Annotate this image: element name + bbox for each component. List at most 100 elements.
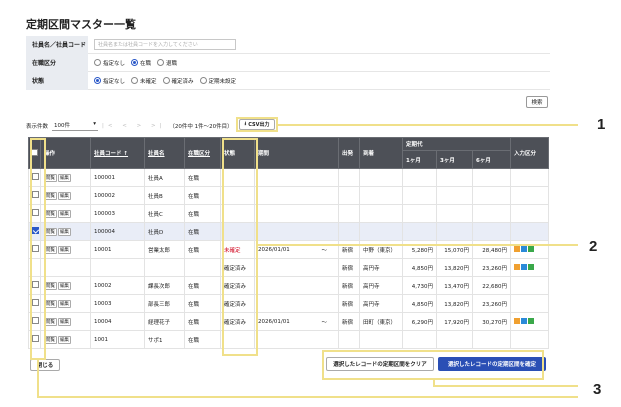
row-actions: 閲覧 編集 <box>40 168 91 187</box>
cell-status <box>184 258 221 277</box>
cell-3month <box>436 186 473 205</box>
table-row: 閲覧 編集 10002 課長次郎 在職 確定済み 新宿 高円寺 4,730円 13,470円 22,… <box>28 276 549 295</box>
row-actions: 閲覧 編集 <box>40 312 91 331</box>
pager: 表示件数 100件 ▾ |< < > >| （20件中 1件〜20件目） <box>26 121 233 131</box>
status-radio-1[interactable]: 在職 <box>131 59 151 67</box>
status-radio-0[interactable]: 指定なし <box>94 59 125 67</box>
cell-period <box>254 258 319 277</box>
cell-to: 田町（東京） <box>359 312 403 331</box>
cell-name: 社員D <box>144 222 185 241</box>
cell-from <box>338 204 360 223</box>
state-radio-3[interactable]: 定期未設定 <box>199 77 236 85</box>
cell-from <box>338 168 360 187</box>
cell-1month: 6,290円 <box>402 312 437 331</box>
state-radio-2[interactable]: 確定済み <box>162 77 194 85</box>
table-row: 閲覧 編集 100002 社員B 在職 <box>28 186 549 205</box>
page-nav[interactable]: |< < > >| <box>102 123 165 129</box>
page-title: 定期区間マスター一覧 <box>26 18 136 31</box>
col-name[interactable]: 社員名 <box>144 137 185 169</box>
edit-button[interactable]: 編集 <box>58 245 71 254</box>
cell-tilde <box>318 276 339 295</box>
radio-icon[interactable] <box>157 59 165 66</box>
cell-1month <box>402 168 437 187</box>
cell-tilde <box>318 186 339 205</box>
callout-3: 3 <box>593 381 602 398</box>
radio-icon[interactable] <box>94 59 101 66</box>
row-actions: 閲覧 編集 <box>40 186 91 205</box>
radio-icon[interactable] <box>94 77 101 84</box>
cell-name: サポ1 <box>144 330 185 349</box>
cell-code <box>90 258 145 277</box>
edit-button[interactable]: 編集 <box>58 335 71 344</box>
cell-6month <box>472 186 511 205</box>
edit-button[interactable]: 編集 <box>58 227 71 236</box>
range-text: （20件中 1件〜20件目） <box>169 124 233 130</box>
cell-code: 10002 <box>90 276 145 295</box>
count-select[interactable]: 100件 ▾ <box>52 121 99 131</box>
table-row: 閲覧 編集 10004 経理花子 在職 確定済み 2026/01/01 〜新宿 田町（東京） 6,… <box>28 312 549 331</box>
table-row: 確定済み 新宿 高円寺 4,850円 13,820円 23,260円 <box>28 258 549 277</box>
blue-badge-icon <box>521 263 527 270</box>
cell-6month <box>472 204 511 223</box>
cell-3month <box>436 330 473 349</box>
edit-button[interactable]: 編集 <box>58 209 71 218</box>
cell-6month: 23,260円 <box>472 258 511 277</box>
cell-input-type <box>510 258 549 277</box>
cell-3month: 17,920円 <box>436 312 473 331</box>
cell-1month <box>402 330 437 349</box>
count-label: 表示件数 <box>26 124 49 130</box>
cell-input-type <box>510 312 549 331</box>
cell-input-type <box>510 276 549 295</box>
state-radio-0[interactable]: 指定なし <box>94 77 125 85</box>
col-code[interactable]: 社員コード ↑ <box>90 137 145 169</box>
col-input-type: 入力区分 <box>510 137 549 169</box>
orange-badge-icon <box>514 245 520 252</box>
name-search-input[interactable]: 社員名または社員コードを入力してください <box>94 39 236 50</box>
orange-badge-icon <box>514 317 520 324</box>
cell-to: 高円寺 <box>359 294 403 313</box>
cell-6month: 22,680円 <box>472 276 511 295</box>
cell-status: 在職 <box>184 240 221 259</box>
orange-badge-icon <box>514 263 520 270</box>
cell-status: 在職 <box>184 330 221 349</box>
status-radio-label: 退職 <box>166 60 178 67</box>
col-status[interactable]: 在職区分 <box>184 137 221 169</box>
cell-input-type <box>510 186 549 205</box>
cell-tilde <box>318 204 339 223</box>
cell-6month <box>472 168 511 187</box>
cell-code: 10004 <box>90 312 145 331</box>
radio-icon[interactable] <box>131 59 139 66</box>
status-radio-label: 指定なし <box>103 60 126 67</box>
cell-code: 100004 <box>90 222 145 241</box>
cell-to: 高円寺 <box>359 276 403 295</box>
edit-button[interactable]: 編集 <box>58 191 71 200</box>
highlight-action-buttons <box>322 350 544 380</box>
cell-1month: 4,730円 <box>402 276 437 295</box>
edit-button[interactable]: 編集 <box>58 317 71 326</box>
cell-6month <box>472 330 511 349</box>
status-radio-2[interactable]: 退職 <box>157 59 177 67</box>
radio-icon[interactable] <box>162 77 170 84</box>
green-badge-icon <box>528 317 534 324</box>
cell-from: 新宿 <box>338 258 360 277</box>
col-3month: 3ヶ月 <box>436 150 473 169</box>
row-actions: 閲覧 編集 <box>40 276 91 295</box>
cell-name: 社員B <box>144 186 185 205</box>
radio-icon[interactable] <box>199 77 207 84</box>
edit-button[interactable]: 編集 <box>58 299 71 308</box>
cell-1month: 4,850円 <box>402 294 437 313</box>
close-button[interactable]: 閉じる <box>30 359 60 371</box>
edit-button[interactable]: 編集 <box>58 281 71 290</box>
search-button[interactable]: 検索 <box>526 96 548 108</box>
blue-badge-icon <box>521 245 527 252</box>
col-period: 期間 <box>254 137 339 169</box>
highlight-state-column <box>222 138 258 356</box>
callout-line-2 <box>258 244 578 246</box>
cell-period <box>254 222 319 241</box>
filter-panel: 社員名／社員コード 社員名または社員コードを入力してください 在職区分 指定なし… <box>26 35 550 90</box>
cell-input-type <box>510 168 549 187</box>
table-row: 閲覧 編集 100004 社員D 在職 <box>28 222 549 241</box>
edit-button[interactable]: 編集 <box>58 173 71 182</box>
radio-icon[interactable] <box>131 77 139 84</box>
state-radio-1[interactable]: 未確定 <box>131 77 157 85</box>
